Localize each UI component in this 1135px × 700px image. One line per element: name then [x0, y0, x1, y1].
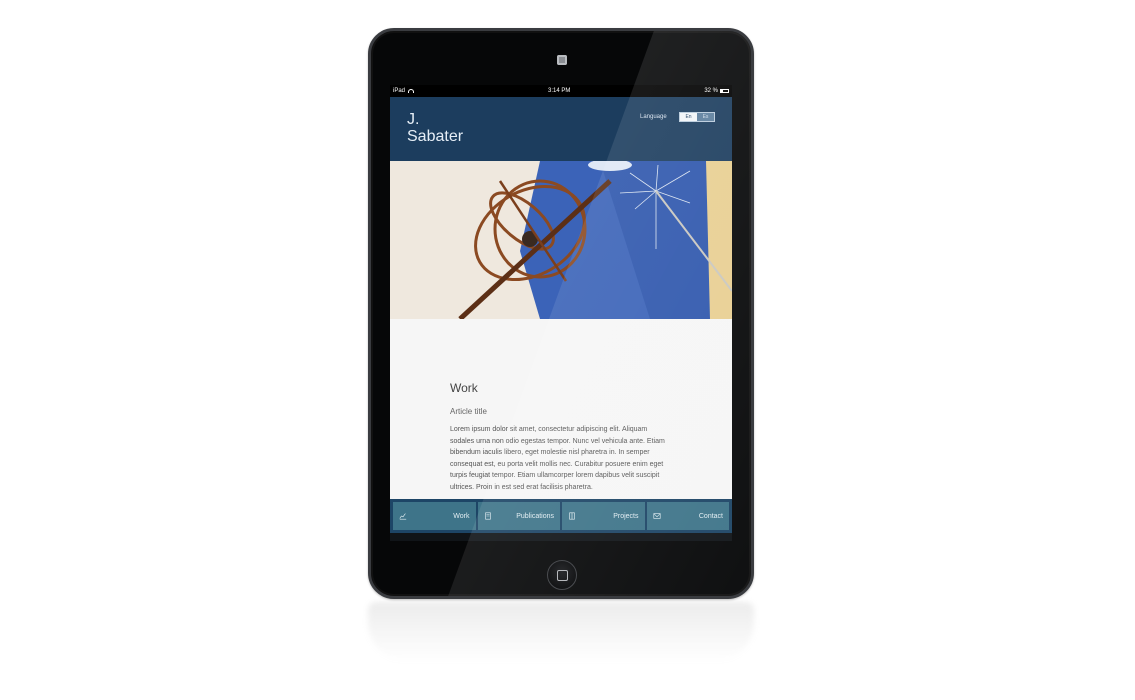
home-button[interactable]: [547, 560, 577, 590]
wifi-icon: [408, 89, 415, 93]
tab-label: Work: [453, 512, 470, 520]
carrier-label: iPad: [393, 88, 406, 94]
battery-icon: [720, 89, 729, 93]
tab-label: Projects: [613, 512, 639, 520]
home-icon: [556, 569, 568, 581]
status-bar: iPad 3:14 PM 32 %: [390, 85, 732, 97]
tab-bar: Work Publications Projects Contact: [390, 499, 732, 533]
site-header: J. Sabater Language En Es: [390, 97, 732, 161]
logo-line-1: J.: [407, 111, 420, 128]
screen-bottom-edge: [390, 533, 732, 541]
tab-projects[interactable]: Projects: [562, 502, 645, 530]
status-right: 32 %: [704, 85, 729, 97]
tablet-device: iPad 3:14 PM 32 % J. Sabater Language En…: [368, 28, 754, 599]
logo-line-2: Sabater: [407, 128, 464, 145]
battery-percent: 32 %: [704, 88, 718, 94]
article-body: Lorem ipsum dolor sit amet, consectetur …: [450, 426, 665, 491]
language-toggle[interactable]: En Es: [679, 112, 715, 122]
main-content: Work Article title Lorem ipsum dolor sit…: [450, 381, 672, 493]
tab-label: Publications: [516, 512, 554, 520]
document-icon: [484, 512, 491, 520]
section-title: Work: [450, 381, 478, 395]
language-option-es[interactable]: Es: [697, 113, 714, 121]
tab-work[interactable]: Work: [393, 502, 476, 530]
site-logo[interactable]: J. Sabater: [407, 111, 463, 145]
device-reflection: [368, 602, 754, 662]
stage: iPad 3:14 PM 32 % J. Sabater Language En…: [0, 0, 1135, 700]
film-icon: [569, 512, 575, 520]
language-label: Language: [640, 114, 667, 120]
armillary-sphere-photo: [390, 161, 732, 319]
camera-icon: [557, 55, 567, 65]
status-left: iPad: [393, 85, 415, 97]
screen: iPad 3:14 PM 32 % J. Sabater Language En…: [390, 85, 732, 541]
language-option-en[interactable]: En: [680, 113, 697, 121]
chart-icon: [399, 513, 407, 520]
tab-label: Contact: [698, 512, 723, 520]
envelope-icon: [652, 513, 661, 519]
article-title[interactable]: Article title: [450, 407, 672, 416]
tab-publications[interactable]: Publications: [477, 502, 560, 530]
status-time: 3:14 PM: [547, 88, 571, 94]
tab-contact[interactable]: Contact: [646, 502, 729, 530]
hero-image: [390, 161, 732, 319]
